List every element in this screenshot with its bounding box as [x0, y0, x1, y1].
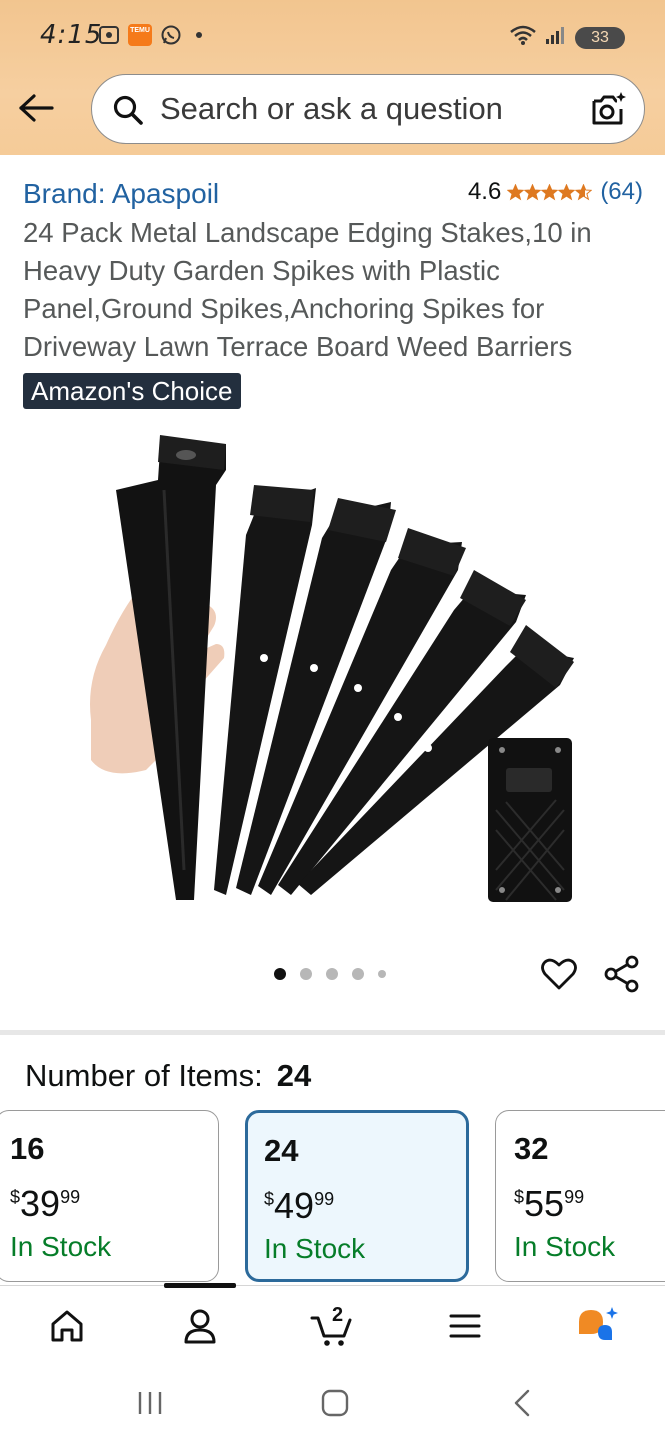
back-chevron-icon: [514, 1389, 530, 1417]
back-button[interactable]: [16, 88, 56, 128]
variation-option-24[interactable]: 24 $4999 In Stock: [245, 1110, 469, 1282]
nav-home-button[interactable]: [45, 1304, 89, 1348]
brand-link[interactable]: Brand: Apaspoil: [23, 178, 219, 210]
variation-option-32[interactable]: 32 $5599 In Stock: [495, 1110, 665, 1282]
search-icon: [113, 95, 143, 125]
variation-price: $4999: [264, 1185, 335, 1226]
temu-app-icon: TEMU: [128, 24, 152, 46]
recent-apps-button[interactable]: [132, 1385, 168, 1421]
whatsapp-icon: [160, 24, 182, 46]
nav-rufus-button[interactable]: [576, 1304, 620, 1348]
variation-options: 16 $3999 In Stock 24 $4999 In Stock 32 $…: [0, 1110, 665, 1284]
bottom-navigation: 2: [0, 1283, 665, 1363]
image-carousel-dots[interactable]: [274, 968, 386, 980]
status-system-icons: 33: [509, 24, 625, 51]
status-notification-icons: TEMU: [98, 24, 202, 46]
home-system-button[interactable]: [317, 1385, 353, 1421]
star-icon: [575, 183, 593, 200]
search-bar[interactable]: [91, 74, 645, 144]
stock-status: In Stock: [514, 1231, 616, 1262]
status-time: 4:15: [40, 20, 103, 50]
section-divider: [0, 1030, 665, 1035]
variation-label-text: Number of Items:: [25, 1058, 263, 1093]
star-icon: [541, 183, 559, 200]
camera-search-icon[interactable]: [588, 89, 628, 129]
nav-account-button[interactable]: [178, 1304, 222, 1348]
share-icon[interactable]: [603, 955, 641, 993]
variation-count: 32: [514, 1131, 549, 1166]
nav-cart-button[interactable]: 2: [310, 1304, 354, 1348]
variation-price: $3999: [10, 1183, 81, 1224]
status-bar: 4:15 TEMU 33: [0, 0, 665, 72]
stock-status: In Stock: [264, 1233, 366, 1264]
notification-dot-icon: [196, 32, 202, 38]
rating-summary[interactable]: 4.6 (64): [468, 178, 643, 206]
number-of-items-label: Number of Items: 24: [25, 1058, 311, 1094]
variation-option-16[interactable]: 16 $3999 In Stock: [0, 1110, 219, 1282]
selected-variation-value: 24: [276, 1058, 312, 1093]
carousel-dot[interactable]: [300, 968, 312, 980]
plastic-panel: [488, 738, 572, 902]
star-icon: [524, 183, 542, 200]
account-icon: [184, 1309, 216, 1344]
carousel-dot[interactable]: [326, 968, 338, 980]
rating-stars: [507, 183, 593, 201]
menu-icon: [449, 1314, 481, 1338]
star-icon: [507, 183, 525, 200]
product-title: 24 Pack Metal Landscape Edging Stakes,10…: [23, 217, 592, 362]
active-tab-indicator: [164, 1283, 236, 1288]
cart-count-badge: 2: [332, 1304, 344, 1326]
back-system-button[interactable]: [505, 1385, 541, 1421]
carousel-dot[interactable]: [274, 968, 286, 980]
rating-value: 4.6: [467, 178, 502, 205]
system-navigation-bar: [0, 1363, 665, 1440]
back-arrow-icon: [19, 94, 54, 122]
screenshot-icon: [98, 24, 120, 46]
stock-status: In Stock: [10, 1231, 112, 1262]
variation-count: 16: [10, 1131, 45, 1166]
star-icon: [558, 183, 576, 200]
search-input[interactable]: [160, 89, 570, 129]
top-header: 4:15 TEMU 33: [0, 0, 665, 155]
rating-count-link[interactable]: (64): [600, 178, 643, 206]
rufus-icon: [579, 1307, 618, 1340]
home-icon: [51, 1310, 83, 1342]
wifi-icon: [509, 24, 537, 51]
variation-count: 24: [264, 1133, 299, 1168]
wishlist-heart-icon[interactable]: [540, 955, 578, 993]
nav-menu-button[interactable]: [443, 1304, 487, 1348]
home-square-icon: [321, 1389, 349, 1417]
battery-indicator: 33: [575, 26, 625, 49]
recent-apps-icon: [138, 1392, 162, 1414]
variation-price: $5599: [514, 1183, 585, 1224]
carousel-dot[interactable]: [352, 968, 364, 980]
carousel-dot[interactable]: [378, 970, 386, 978]
signal-icon: [545, 25, 567, 50]
amazons-choice-badge[interactable]: Amazon's Choice: [23, 373, 241, 409]
product-image[interactable]: [86, 430, 586, 910]
